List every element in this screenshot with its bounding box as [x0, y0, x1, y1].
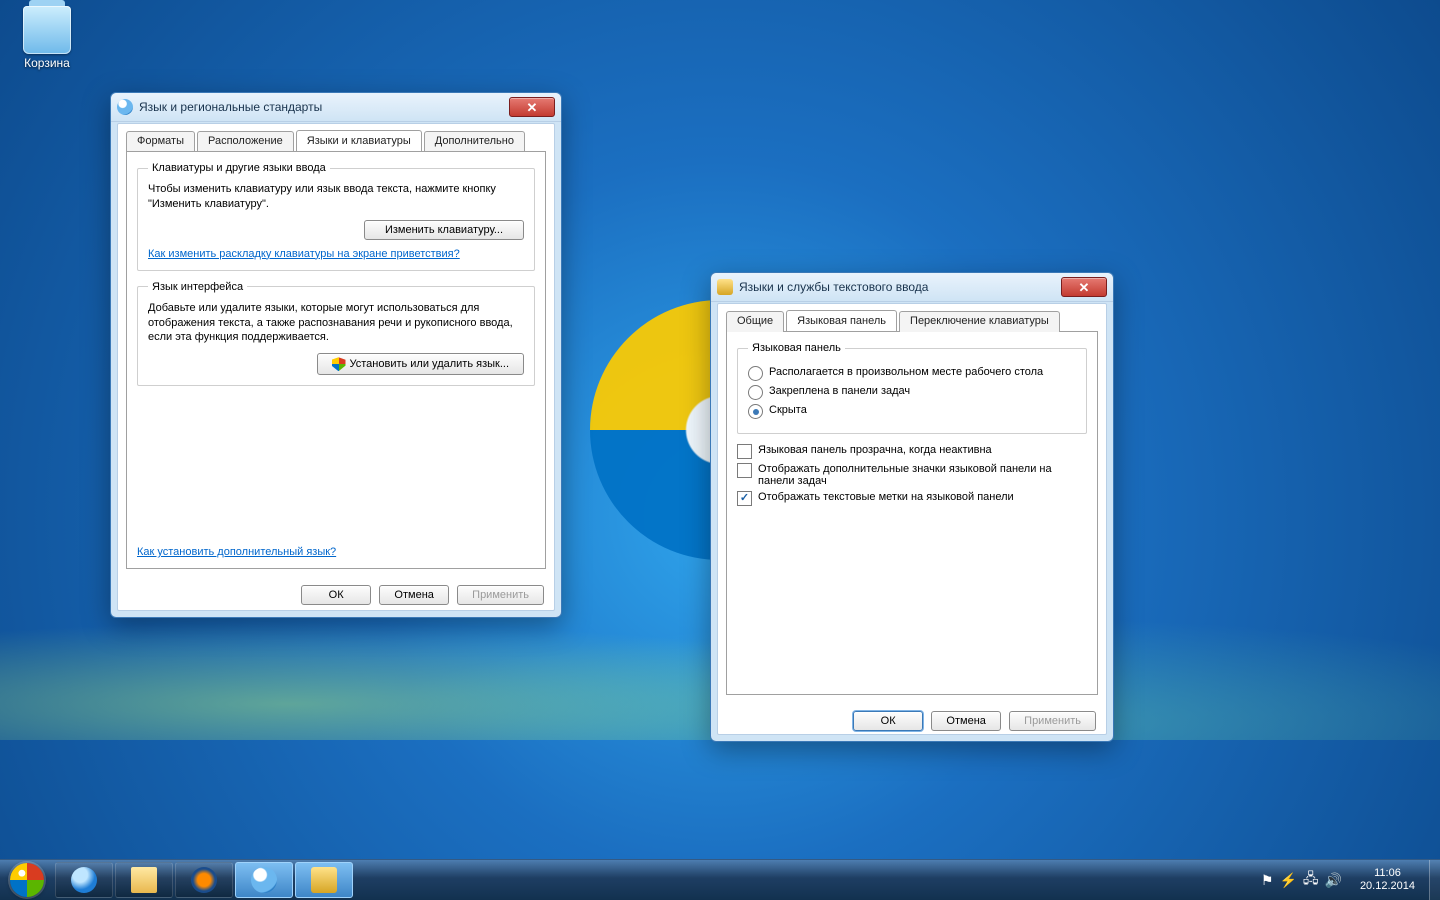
tray-icons: ⚑ ⚡ 🖧 🔊	[1261, 868, 1342, 892]
taskbar-text-services[interactable]	[295, 862, 353, 898]
shield-icon	[332, 357, 346, 371]
cancel-button[interactable]: Отмена	[931, 711, 1001, 731]
tab-advanced-key[interactable]: Переключение клавиатуры	[899, 311, 1060, 332]
ok-button[interactable]: ОК	[853, 711, 923, 731]
text-services-window: Языки и службы текстового ввода ✕ Общие …	[710, 272, 1114, 742]
close-button[interactable]: ✕	[1061, 277, 1107, 297]
flag-icon[interactable]: ⚑	[1261, 872, 1274, 889]
close-button[interactable]: ✕	[509, 97, 555, 117]
keyboards-group: Клавиатуры и другие языки ввода Чтобы из…	[137, 162, 535, 271]
language-bar-legend: Языковая панель	[748, 342, 845, 354]
radio-label: Скрыта	[769, 404, 807, 416]
power-icon[interactable]: ⚡	[1279, 872, 1296, 889]
ie-icon	[71, 867, 97, 893]
radio-hidden[interactable]: Скрыта	[748, 404, 1076, 419]
recycle-bin[interactable]: Корзина	[12, 6, 82, 70]
show-desktop-button[interactable]	[1429, 860, 1440, 900]
time: 11:06	[1360, 867, 1415, 880]
network-icon[interactable]: 🖧	[1303, 868, 1319, 892]
checkbox-label: Отображать дополнительные значки языково…	[758, 463, 1087, 487]
radio-icon	[748, 385, 763, 400]
window-body: Форматы Расположение Языки и клавиатуры …	[117, 123, 555, 611]
windows-logo-icon	[10, 863, 44, 897]
dialog-buttons: ОК Отмена Применить	[718, 703, 1106, 739]
recycle-bin-label: Корзина	[12, 56, 82, 70]
radio-label: Закреплена в панели задач	[769, 385, 910, 397]
titlebar[interactable]: Языки и службы текстового ввода ✕	[711, 273, 1113, 302]
radio-icon	[748, 366, 763, 381]
system-tray: ⚑ ⚡ 🖧 🔊 11:06 20.12.2014	[1255, 860, 1429, 900]
display-language-legend: Язык интерфейса	[148, 281, 247, 293]
check-additional-icons[interactable]: Отображать дополнительные значки языково…	[737, 463, 1087, 487]
clock[interactable]: 11:06 20.12.2014	[1352, 867, 1423, 892]
display-language-hint: Добавьте или удалите языки, которые могу…	[148, 301, 524, 346]
language-bar-group: Языковая панель Располагается в произвол…	[737, 342, 1087, 434]
date: 20.12.2014	[1360, 880, 1415, 893]
window-title: Языки и службы текстового ввода	[739, 280, 928, 294]
globe-icon	[251, 867, 277, 893]
taskbar: ⚑ ⚡ 🖧 🔊 11:06 20.12.2014	[0, 859, 1440, 900]
install-additional-link[interactable]: Как установить дополнительный язык?	[137, 546, 336, 558]
wmp-icon	[191, 867, 217, 893]
tab-language-bar[interactable]: Языковая панель	[786, 310, 897, 331]
tab-formats[interactable]: Форматы	[126, 131, 195, 152]
window-title: Язык и региональные стандарты	[139, 100, 322, 114]
dialog-buttons: ОК Отмена Применить	[118, 577, 554, 613]
checkbox-label: Языковая панель прозрачна, когда неактив…	[758, 444, 992, 456]
tab-panel: Языковая панель Располагается в произвол…	[726, 331, 1098, 695]
volume-icon[interactable]: 🔊	[1325, 872, 1342, 889]
keyboard-icon	[311, 867, 337, 893]
recycle-bin-icon	[23, 6, 71, 54]
window-body: Общие Языковая панель Переключение клави…	[717, 303, 1107, 735]
ok-button[interactable]: ОК	[301, 585, 371, 605]
globe-icon	[117, 99, 133, 115]
install-uninstall-languages-button[interactable]: Установить или удалить язык...	[317, 353, 525, 375]
tab-panel: Клавиатуры и другие языки ввода Чтобы из…	[126, 151, 546, 569]
region-language-window: Язык и региональные стандарты ✕ Форматы …	[110, 92, 562, 618]
taskbar-region-language[interactable]	[235, 862, 293, 898]
radio-docked[interactable]: Закреплена в панели задач	[748, 385, 1076, 400]
tab-strip: Общие Языковая панель Переключение клави…	[718, 304, 1106, 331]
cancel-button[interactable]: Отмена	[379, 585, 449, 605]
keyboard-icon	[717, 279, 733, 295]
taskbar-explorer[interactable]	[115, 862, 173, 898]
check-text-labels[interactable]: Отображать текстовые метки на языковой п…	[737, 491, 1087, 506]
tab-location[interactable]: Расположение	[197, 131, 294, 152]
radio-icon	[748, 404, 763, 419]
taskbar-ie[interactable]	[55, 862, 113, 898]
display-language-group: Язык интерфейса Добавьте или удалите язы…	[137, 281, 535, 387]
change-keyboard-button[interactable]: Изменить клавиатуру...	[364, 220, 524, 240]
radio-label: Располагается в произвольном месте рабоч…	[769, 366, 1043, 378]
check-transparent[interactable]: Языковая панель прозрачна, когда неактив…	[737, 444, 1087, 459]
taskbar-media-player[interactable]	[175, 862, 233, 898]
checkbox-icon	[737, 491, 752, 506]
keyboards-hint: Чтобы изменить клавиатуру или язык ввода…	[148, 182, 524, 212]
apply-button[interactable]: Применить	[457, 585, 544, 605]
tab-keyboards-languages[interactable]: Языки и клавиатуры	[296, 130, 422, 151]
tab-administrative[interactable]: Дополнительно	[424, 131, 525, 152]
checkbox-label: Отображать текстовые метки на языковой п…	[758, 491, 1014, 503]
tab-general[interactable]: Общие	[726, 311, 784, 332]
start-button[interactable]	[0, 860, 54, 900]
checkbox-icon	[737, 444, 752, 459]
titlebar[interactable]: Язык и региональные стандарты ✕	[111, 93, 561, 122]
tab-strip: Форматы Расположение Языки и клавиатуры …	[118, 124, 554, 151]
checkbox-icon	[737, 463, 752, 478]
folder-icon	[131, 867, 157, 893]
radio-floating[interactable]: Располагается в произвольном месте рабоч…	[748, 366, 1076, 381]
welcome-screen-link[interactable]: Как изменить раскладку клавиатуры на экр…	[148, 248, 460, 260]
keyboards-legend: Клавиатуры и другие языки ввода	[148, 162, 330, 174]
apply-button[interactable]: Применить	[1009, 711, 1096, 731]
desktop: Корзина Язык и региональные стандарты ✕ …	[0, 0, 1440, 860]
